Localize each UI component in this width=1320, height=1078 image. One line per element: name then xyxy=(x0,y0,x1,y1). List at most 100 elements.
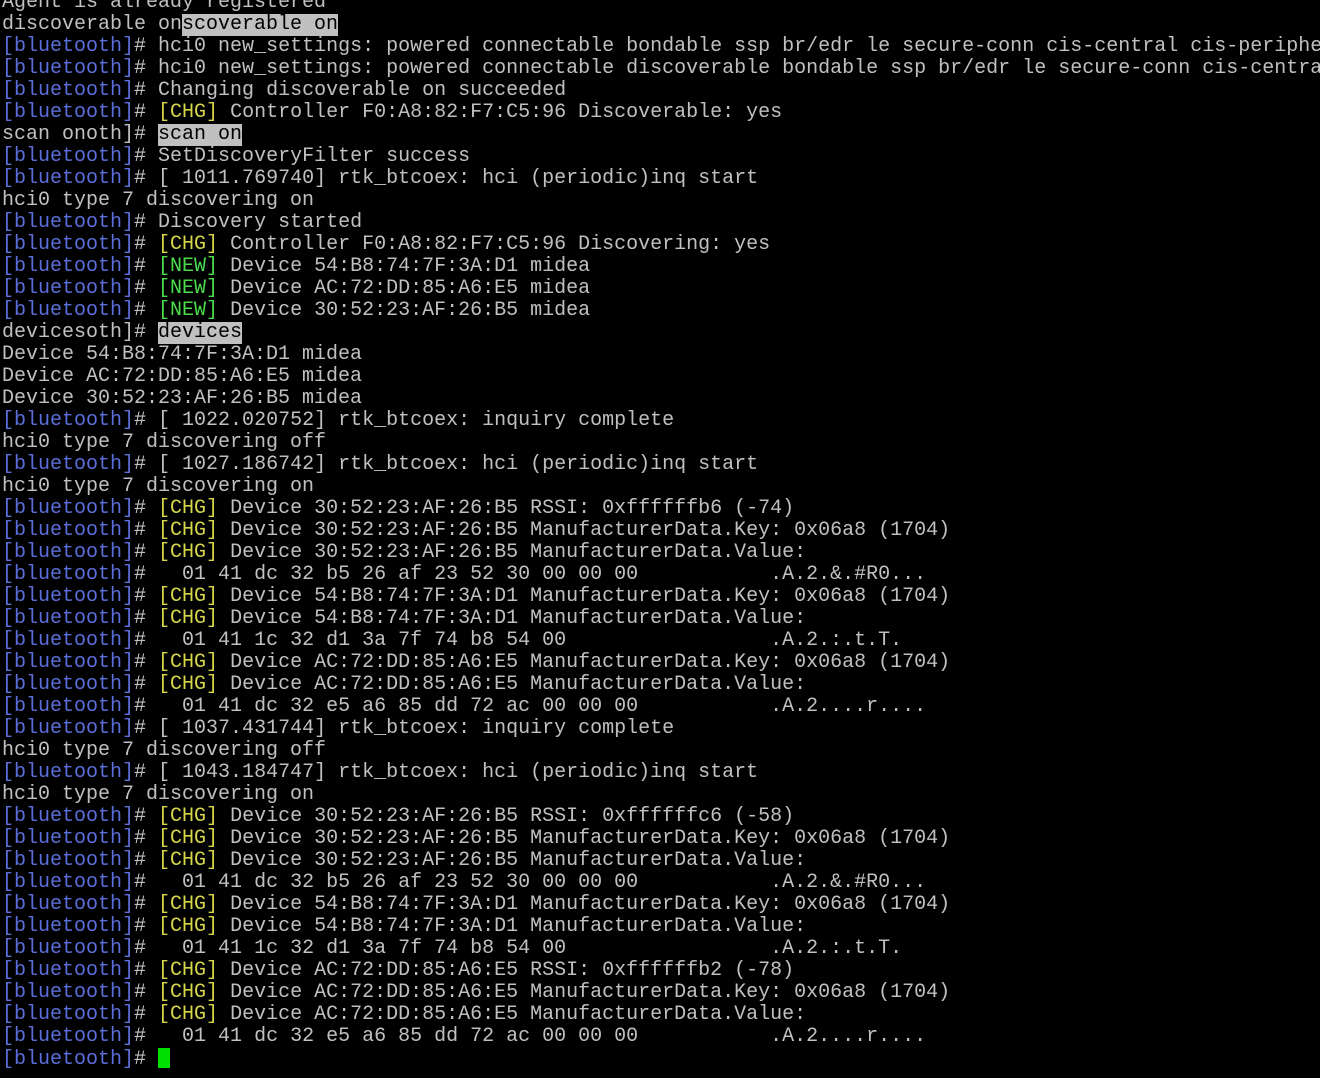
terminal-line: [bluetooth]# [CHG] Device 54:B8:74:7F:3A… xyxy=(2,916,1320,938)
prompt-separator: # xyxy=(134,80,159,102)
prompt-separator: # xyxy=(134,960,159,982)
prompt-label: [bluetooth] xyxy=(2,916,135,938)
prompt-separator: # xyxy=(134,674,159,696)
prompt-label: [bluetooth] xyxy=(2,410,135,432)
event-tag: [NEW] xyxy=(158,300,219,322)
line-text: Device AC:72:DD:85:A6:E5 midea xyxy=(2,366,363,388)
line-text: Discovery started xyxy=(158,212,363,234)
line-text: [ 1043.184747] rtk_btcoex: hci (periodic… xyxy=(158,762,759,784)
terminal-line: [bluetooth]# 01 41 dc 32 e5 a6 85 dd 72 … xyxy=(2,696,1320,718)
prompt-separator: # xyxy=(134,168,159,190)
terminal-line: Device 30:52:23:AF:26:B5 midea xyxy=(2,388,1320,410)
prompt-label: [bluetooth] xyxy=(2,938,135,960)
highlighted-text: devices xyxy=(158,322,243,344)
line-text: [ 1037.431744] rtk_btcoex: inquiry compl… xyxy=(158,718,675,740)
highlighted-text: scoverable on xyxy=(182,14,339,36)
prompt-label: [bluetooth] xyxy=(2,234,135,256)
terminal-line: hci0 type 7 discovering off xyxy=(2,740,1320,762)
line-text: Device 30:52:23:AF:26:B5 ManufacturerDat… xyxy=(218,542,807,564)
terminal-line: devicesoth]# devices xyxy=(2,322,1320,344)
terminal-line: [bluetooth]# [ 1037.431744] rtk_btcoex: … xyxy=(2,718,1320,740)
terminal-line: [bluetooth]# [CHG] Device 54:B8:74:7F:3A… xyxy=(2,894,1320,916)
prompt-label: [bluetooth] xyxy=(2,168,135,190)
terminal-line: discoverable onscoverable on xyxy=(2,14,1320,36)
terminal-line: [bluetooth]# [CHG] Device 30:52:23:AF:26… xyxy=(2,498,1320,520)
event-tag: [CHG] xyxy=(158,828,219,850)
prompt-label: [bluetooth] xyxy=(2,300,135,322)
line-text: [ 1027.186742] rtk_btcoex: hci (periodic… xyxy=(158,454,759,476)
line-text: Device AC:72:DD:85:A6:E5 ManufacturerDat… xyxy=(218,674,807,696)
prompt-separator: # xyxy=(134,608,159,630)
line-text: 01 41 1c 32 d1 3a 7f 74 b8 54 00 .A.2.:.… xyxy=(158,630,903,652)
prompt-separator: # xyxy=(134,630,159,652)
prompt-separator: # xyxy=(134,1004,159,1026)
event-tag: [NEW] xyxy=(158,278,219,300)
line-text: Changing discoverable on succeeded xyxy=(158,80,567,102)
prompt-label: [bluetooth] xyxy=(2,872,135,894)
event-tag: [CHG] xyxy=(158,608,219,630)
prompt-separator: # xyxy=(134,58,159,80)
line-text: scan onoth]# xyxy=(2,124,159,146)
line-text: devicesoth]# xyxy=(2,322,159,344)
prompt-label: [bluetooth] xyxy=(2,212,135,234)
prompt-label: [bluetooth] xyxy=(2,498,135,520)
prompt-label: [bluetooth] xyxy=(2,36,135,58)
line-text: Device 30:52:23:AF:26:B5 RSSI: 0xffffffb… xyxy=(218,498,795,520)
line-text: Device 54:B8:74:7F:3A:D1 ManufacturerDat… xyxy=(218,586,951,608)
terminal-line: [bluetooth]# [CHG] Device 30:52:23:AF:26… xyxy=(2,542,1320,564)
line-text: 01 41 dc 32 b5 26 af 23 52 30 00 00 00 .… xyxy=(158,872,927,894)
prompt-separator: # xyxy=(134,762,159,784)
terminal-line: [bluetooth]# Discovery started xyxy=(2,212,1320,234)
event-tag: [CHG] xyxy=(158,916,219,938)
event-tag: [CHG] xyxy=(158,652,219,674)
line-text: [ 1022.020752] rtk_btcoex: inquiry compl… xyxy=(158,410,675,432)
line-text: Controller F0:A8:82:F7:C5:96 Discovering… xyxy=(218,234,771,256)
line-text: Device 54:B8:74:7F:3A:D1 ManufacturerDat… xyxy=(218,916,807,938)
prompt-label: [bluetooth] xyxy=(2,696,135,718)
line-text: 01 41 dc 32 e5 a6 85 dd 72 ac 00 00 00 .… xyxy=(158,1026,927,1048)
terminal-line: [bluetooth]# hci0 new_settings: powered … xyxy=(2,36,1320,58)
terminal-line: [bluetooth]# Changing discoverable on su… xyxy=(2,80,1320,102)
terminal-window[interactable]: Agent is already registered discoverable … xyxy=(0,0,1320,1078)
prompt-separator: # xyxy=(134,454,159,476)
prompt-label: [bluetooth] xyxy=(2,982,135,1004)
prompt-separator: # xyxy=(134,894,159,916)
terminal-line: [bluetooth]# [CHG] Controller F0:A8:82:F… xyxy=(2,234,1320,256)
line-text: Device AC:72:DD:85:A6:E5 RSSI: 0xffffffb… xyxy=(218,960,795,982)
terminal-line: [bluetooth]# [NEW] Device 54:B8:74:7F:3A… xyxy=(2,256,1320,278)
prompt-separator: # xyxy=(134,102,159,124)
terminal-line: scan onoth]# scan on xyxy=(2,124,1320,146)
terminal-line: [bluetooth]# [CHG] Controller F0:A8:82:F… xyxy=(2,102,1320,124)
terminal-line: [bluetooth]# [NEW] Device AC:72:DD:85:A6… xyxy=(2,278,1320,300)
terminal-line: Agent is already registered xyxy=(2,0,1320,14)
line-text: hci0 type 7 discovering on xyxy=(2,476,315,498)
event-tag: [CHG] xyxy=(158,520,219,542)
terminal-line: [bluetooth]# [CHG] Device AC:72:DD:85:A6… xyxy=(2,1004,1320,1026)
terminal-line: [bluetooth]# [CHG] Device AC:72:DD:85:A6… xyxy=(2,652,1320,674)
line-text: Device AC:72:DD:85:A6:E5 ManufacturerDat… xyxy=(218,982,951,1004)
terminal-line: hci0 type 7 discovering on xyxy=(2,190,1320,212)
terminal-line: [bluetooth]# [CHG] Device 30:52:23:AF:26… xyxy=(2,828,1320,850)
prompt-separator: # xyxy=(134,1026,159,1048)
line-text: hci0 new_settings: powered connectable d… xyxy=(158,58,1320,80)
terminal-line: [bluetooth]# [CHG] Device 54:B8:74:7F:3A… xyxy=(2,586,1320,608)
prompt-label: [bluetooth] xyxy=(2,630,135,652)
prompt-separator: # xyxy=(134,872,159,894)
line-text: Device 54:B8:74:7F:3A:D1 midea xyxy=(218,256,591,278)
prompt-label: [bluetooth] xyxy=(2,1048,135,1071)
terminal-line: Device 54:B8:74:7F:3A:D1 midea xyxy=(2,344,1320,366)
prompt-separator: # xyxy=(134,982,159,1004)
prompt-separator: # xyxy=(134,146,159,168)
line-text: discoverable on xyxy=(2,14,183,36)
terminal-line: [bluetooth]# xyxy=(2,1048,1320,1070)
terminal-line: hci0 type 7 discovering on xyxy=(2,476,1320,498)
event-tag: [CHG] xyxy=(158,806,219,828)
terminal-line: hci0 type 7 discovering on xyxy=(2,784,1320,806)
line-text: 01 41 dc 32 b5 26 af 23 52 30 00 00 00 .… xyxy=(158,564,927,586)
terminal-line: [bluetooth]# [CHG] Device 30:52:23:AF:26… xyxy=(2,806,1320,828)
line-text: Device AC:72:DD:85:A6:E5 midea xyxy=(218,278,591,300)
terminal-line: [bluetooth]# 01 41 1c 32 d1 3a 7f 74 b8 … xyxy=(2,938,1320,960)
prompt-separator: # xyxy=(134,1048,159,1071)
prompt-separator: # xyxy=(134,410,159,432)
line-text: [ 1011.769740] rtk_btcoex: hci (periodic… xyxy=(158,168,759,190)
